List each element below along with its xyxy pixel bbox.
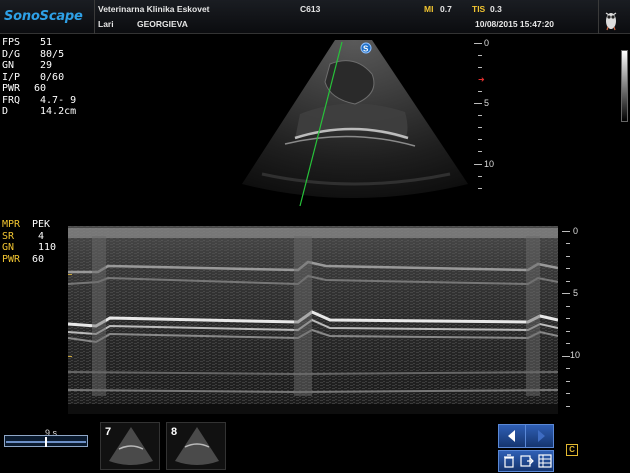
- time-tick: [68, 356, 72, 357]
- heartbeat-marker: [294, 236, 312, 396]
- depth-tick: [566, 306, 570, 307]
- depth-tick: [566, 268, 570, 269]
- exam-datetime: 10/08/2015 15:47:20: [475, 19, 554, 29]
- bmode-depth-label: 0: [484, 38, 490, 48]
- depth-tick: [478, 139, 482, 140]
- header-divider: [598, 0, 599, 34]
- param-row: GN 110: [2, 242, 57, 253]
- depth-tick: [566, 243, 570, 244]
- depth-tick: [478, 151, 482, 152]
- thumbnail-strip: 7 8: [96, 419, 246, 473]
- thumbnail-item[interactable]: 8: [166, 422, 226, 470]
- depth-tick: [562, 356, 570, 357]
- tis-value: 0.3: [490, 4, 502, 14]
- depth-tick: [478, 127, 482, 128]
- mmode-image[interactable]: [68, 226, 558, 414]
- delete-button[interactable]: [501, 453, 517, 469]
- probe-name: C613: [300, 4, 321, 14]
- depth-tick: [478, 188, 482, 189]
- depth-tick: [566, 381, 570, 382]
- clinic-name: Veterinarna Klinika Eskovet: [98, 4, 210, 14]
- depth-tick: [562, 231, 570, 232]
- page-navigation: [498, 424, 554, 448]
- depth-tick: [478, 67, 482, 68]
- arrow-left-icon: [508, 430, 515, 442]
- owl-logo-icon: [605, 12, 617, 31]
- time-tick: [68, 274, 72, 275]
- depth-tick: [566, 393, 570, 394]
- patient-first-name: Lari: [98, 19, 114, 29]
- cine-scrollbar[interactable]: [4, 435, 88, 447]
- bmode-depth-label: 10: [484, 159, 495, 169]
- mi-value: 0.7: [440, 4, 452, 14]
- param-row: SR 4: [2, 230, 45, 242]
- c-badge[interactable]: C: [566, 444, 578, 456]
- brand-logo: SonoScape: [4, 9, 83, 24]
- depth-tick: [478, 115, 482, 116]
- depth-tick: [566, 256, 570, 257]
- param-row: MPR PEK: [2, 219, 51, 230]
- cine-playhead[interactable]: [45, 437, 47, 447]
- export-button[interactable]: [519, 453, 535, 469]
- depth-tick: [562, 293, 570, 294]
- thumbnail-number: 8: [171, 426, 178, 438]
- depth-tick: [478, 55, 482, 56]
- mmode-depth-label: 0: [573, 226, 579, 236]
- mmode-bottom: [68, 404, 558, 414]
- header-divider: [94, 0, 95, 34]
- grayscale-bar: [621, 50, 628, 122]
- previous-page-button[interactable]: [499, 425, 526, 447]
- param-row: PWR 60: [2, 253, 45, 265]
- depth-tick: [566, 343, 570, 344]
- depth-tick: [478, 91, 482, 92]
- tis-label: TIS: [472, 4, 486, 14]
- mi-label: MI: [424, 4, 434, 14]
- depth-tick: [478, 176, 482, 177]
- grid-icon: [538, 454, 552, 468]
- depth-tick: [474, 103, 482, 104]
- heartbeat-marker: [526, 236, 540, 396]
- next-page-button[interactable]: [527, 425, 554, 447]
- svg-text:S: S: [363, 45, 369, 54]
- thumbnail-item[interactable]: 7: [100, 422, 160, 470]
- bmode-depth-label: 5: [484, 98, 490, 108]
- depth-tick: [566, 318, 570, 319]
- mmode-parameters: MPR PEK SR 4 GN 110 PWR 60: [2, 219, 56, 265]
- thumbnail-number: 7: [105, 426, 112, 438]
- heartbeat-marker: [92, 236, 106, 396]
- depth-tick: [474, 164, 482, 165]
- arrow-right-icon: [538, 430, 545, 442]
- depth-tick: [566, 331, 570, 332]
- depth-tick: [474, 43, 482, 44]
- bmode-image[interactable]: S: [0, 34, 630, 219]
- depth-tick: [566, 281, 570, 282]
- trash-icon: [504, 454, 514, 468]
- image-actions: [498, 450, 554, 472]
- probe-orientation-icon: S: [360, 42, 372, 54]
- mmode-depth-label: 10: [570, 350, 581, 360]
- header-bar: SonoScape Veterinarna Klinika Eskovet La…: [0, 0, 630, 34]
- focus-marker-icon: ➜: [478, 75, 485, 84]
- depth-tick: [566, 406, 570, 407]
- mmode-band: [68, 228, 558, 238]
- export-icon: [520, 455, 534, 467]
- layout-button[interactable]: [537, 453, 553, 469]
- mmode-depth-label: 5: [573, 288, 579, 298]
- patient-last-name: GEORGIEVA: [137, 19, 188, 29]
- depth-tick: [566, 368, 570, 369]
